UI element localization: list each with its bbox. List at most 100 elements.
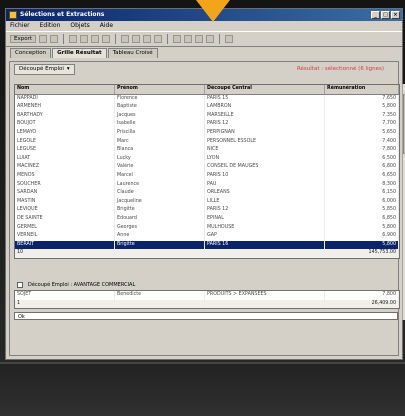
table-row[interactable]: MASTIN Jacqueline LILLE 6,000: [15, 197, 399, 207]
cell: Marcel: [115, 171, 205, 181]
find-icon[interactable]: [154, 35, 163, 43]
table-row[interactable]: LEGUSE Blanca NICE 7,800: [15, 146, 399, 155]
menu-objets[interactable]: Objets: [70, 21, 89, 31]
cell: 7,400: [325, 137, 399, 147]
table-row[interactable]: LUIAT Lucky LYON 6,500: [15, 154, 399, 164]
grid-icon[interactable]: [102, 35, 111, 43]
table-row[interactable]: SOJET Benedicte PRODUITS > EXPANSÉES 7,8…: [15, 291, 399, 300]
table-row[interactable]: LEMAYO Priscilla PERPIGNAN 5,650: [15, 128, 399, 138]
copy-icon[interactable]: [132, 35, 141, 43]
table-row[interactable]: MENOS Marcel PARIS 10 6,650: [15, 171, 399, 181]
cell: LYON: [205, 154, 325, 164]
new-icon[interactable]: [69, 35, 78, 43]
screen: Sélections et Extractions _ □ × Fichier …: [0, 0, 405, 416]
sort-asc-icon[interactable]: [173, 35, 182, 43]
window-controls: _ □ ×: [371, 11, 400, 19]
total-row: 10 145,753.00: [15, 249, 399, 258]
cut-icon[interactable]: [121, 35, 130, 43]
tab-tableau-croise[interactable]: Tableau Croisé: [107, 48, 158, 58]
cell: 5,800: [325, 223, 399, 233]
cell: DE SAINTE: [15, 214, 115, 224]
toolbar: Export: [6, 31, 402, 47]
cell: MARSEILLE: [205, 111, 325, 121]
table-row[interactable]: GERMEL Georges MULHOUSE 5,800: [15, 223, 399, 233]
menu-fichier[interactable]: Fichier: [10, 21, 30, 31]
sum-icon[interactable]: [206, 35, 215, 43]
cell: [115, 299, 205, 309]
group-header[interactable]: Découpé Emploi : AVANTAGE COMMERCIAL: [14, 281, 398, 289]
cell: [205, 249, 325, 258]
total-sum: 26,409.00: [325, 299, 399, 309]
cell: BARTHADY: [15, 111, 115, 121]
cell: 6,000: [325, 197, 399, 207]
cell: PARIS 15: [205, 94, 325, 104]
cell: GAP: [205, 232, 325, 241]
refresh-icon[interactable]: [50, 35, 59, 43]
cell: PARIS 12: [205, 206, 325, 215]
cell: PARIS 16: [205, 240, 325, 250]
cell: SOUCHER: [15, 180, 115, 190]
menu-edition[interactable]: Edition: [40, 21, 61, 31]
menu-bar: Fichier Edition Objets Aide: [6, 21, 402, 31]
selected-row[interactable]: BERAIT Brigitte PARIS 16 5,800: [15, 240, 399, 250]
cell: Benedicte: [115, 291, 205, 300]
table-row[interactable]: ARMENEH Baptiste LAMBRON 5,800: [15, 103, 399, 112]
cell: NICE: [205, 146, 325, 155]
total-row: 1 26,409.00: [15, 299, 399, 309]
column-header-prenom[interactable]: Prénom: [115, 85, 205, 94]
table-row[interactable]: BOUJOT Isabelle PARIS 12 7,700: [15, 120, 399, 129]
close-icon[interactable]: ×: [391, 11, 400, 19]
cell: 6,150: [325, 189, 399, 198]
group-title: Découpé Emploi : AVANTAGE COMMERCIAL: [28, 282, 136, 288]
table-row[interactable]: SARDAN Claude ORLEANS 6,150: [15, 189, 399, 198]
table-row[interactable]: MACINEZ Valérie CONSEIL DE MAUGES 6,800: [15, 163, 399, 172]
export-button[interactable]: Export: [10, 35, 37, 43]
table-row[interactable]: SOUCHER Laurence PAU 8,300: [15, 180, 399, 190]
cell: Brigitte: [115, 206, 205, 215]
cell: 8,300: [325, 180, 399, 190]
group-dropdown[interactable]: Découpé Emploi ▾: [14, 63, 75, 75]
cell: MENOS: [15, 171, 115, 181]
cell: SARDAN: [15, 189, 115, 198]
table-row[interactable]: DE SAINTE Edouard EPINAL 6,850: [15, 214, 399, 224]
view-icon[interactable]: [225, 35, 234, 43]
menu-aide[interactable]: Aide: [100, 21, 113, 31]
table-header: Nom Prénom Découpé Central Rémunération: [15, 85, 399, 95]
tab-grille-resultat[interactable]: Grille Résultat: [52, 48, 107, 58]
column-header-decoupe[interactable]: Découpé Central: [205, 85, 325, 94]
cell: NAPPADI: [15, 94, 115, 104]
filter-icon[interactable]: [195, 35, 204, 43]
column-header-remuneration[interactable]: Rémunération: [325, 85, 399, 94]
open-icon[interactable]: [80, 35, 89, 43]
table-row[interactable]: NAPPADI Florence PARIS 15 7,650: [15, 94, 399, 104]
total-count: 1: [15, 299, 115, 309]
cell: Jacques: [115, 111, 205, 121]
table-row[interactable]: BARTHADY Jacques MARSEILLE 7,350: [15, 111, 399, 121]
toolbar-separator: [167, 34, 169, 44]
collapse-icon[interactable]: [17, 282, 23, 288]
callout-arrow: [196, 0, 230, 22]
cell: 7,800: [325, 146, 399, 155]
cell: PARIS 10: [205, 171, 325, 181]
paste-icon[interactable]: [143, 35, 152, 43]
table-row[interactable]: LEGOLE Marc PERSONNEL ESSOLE 7,400: [15, 137, 399, 147]
table-row[interactable]: VERNEIL Anne GAP 6,900: [15, 232, 399, 241]
chevron-down-icon: ▾: [66, 65, 70, 72]
app-window: Sélections et Extractions _ □ × Fichier …: [5, 8, 405, 360]
tab-conception[interactable]: Conception: [10, 48, 52, 58]
sort-desc-icon[interactable]: [184, 35, 193, 43]
cell: LEGOLE: [15, 137, 115, 147]
cell: PAU: [205, 180, 325, 190]
print-icon[interactable]: [39, 35, 48, 43]
save-icon[interactable]: [91, 35, 100, 43]
cell: Brigitte: [115, 240, 205, 250]
maximize-icon[interactable]: □: [381, 11, 390, 19]
cell: 6,900: [325, 232, 399, 241]
cell: LEGUSE: [15, 146, 115, 155]
minimize-icon[interactable]: _: [371, 11, 380, 19]
column-header-nom[interactable]: Nom: [15, 85, 115, 94]
cell: CONSEIL DE MAUGES: [205, 163, 325, 172]
cell: PERSONNEL ESSOLE: [205, 137, 325, 147]
cell: Edouard: [115, 214, 205, 224]
table-row[interactable]: LEVIQUE Brigitte PARIS 12 5,850: [15, 206, 399, 215]
